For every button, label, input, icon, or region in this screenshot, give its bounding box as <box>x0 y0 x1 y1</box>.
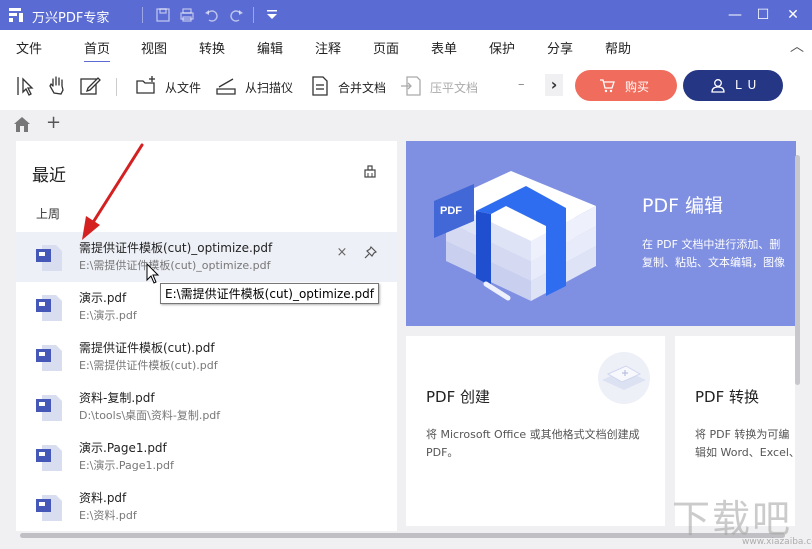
save-icon[interactable] <box>154 6 172 24</box>
app-logo-icon <box>9 8 23 22</box>
recent-file-row[interactable]: 演示.Page1.pdf E:\演示.Page1.pdf <box>16 432 397 482</box>
pdf-edit-description: 在 PDF 文档中进行添加、删 复制、粘贴、文本编辑，图像 <box>642 236 796 272</box>
user-icon <box>711 79 725 93</box>
horizontal-scrollbar[interactable] <box>20 533 785 538</box>
select-cursor-icon[interactable] <box>14 74 38 98</box>
menu-view[interactable]: 视图 <box>141 38 167 57</box>
minimize-button[interactable]: — <box>724 4 746 26</box>
menu-share[interactable]: 分享 <box>547 38 573 57</box>
group-label: 上周 <box>36 207 61 221</box>
pdf-file-icon <box>36 345 62 371</box>
from-scanner-button[interactable]: 从扫描仪 <box>245 79 293 96</box>
pdf-create-title: PDF 创建 <box>426 388 490 406</box>
file-path: E:\资料.pdf <box>79 509 137 522</box>
pdf-file-icon <box>36 395 62 421</box>
file-name: 演示.Page1.pdf <box>79 441 167 455</box>
watermark-logo: 下载吧 <box>672 497 793 541</box>
customize-dropdown-icon[interactable] <box>263 6 281 24</box>
collapse-ribbon-icon[interactable]: ︿ <box>790 36 804 56</box>
file-path: E:\演示.pdf <box>79 309 137 322</box>
tab-bar: + <box>0 110 812 140</box>
file-path: E:\需提供证件模板(cut).pdf <box>79 359 218 372</box>
from-file-icon[interactable] <box>134 74 158 98</box>
file-name: 需提供证件模板(cut).pdf <box>79 341 215 355</box>
menu-convert[interactable]: 转换 <box>199 38 225 57</box>
menu-form[interactable]: 表单 <box>431 38 457 57</box>
pdf-badge-text: PDF <box>440 205 462 217</box>
remove-recent-button[interactable]: × <box>335 246 349 260</box>
maximize-button[interactable]: ☐ <box>752 4 774 26</box>
add-tab-button[interactable]: + <box>46 112 61 133</box>
title-bar: 万兴PDF专家 — ☐ ✕ <box>0 0 812 30</box>
flatten-icon[interactable] <box>399 74 423 98</box>
title-divider <box>142 7 143 23</box>
undo-icon[interactable] <box>203 6 221 24</box>
pdf-create-icon <box>598 352 650 404</box>
menu-bar: 文件 首页 视图 转换 编辑 注释 页面 表单 保护 分享 帮助 ︿ <box>0 30 812 63</box>
title-divider <box>253 7 254 23</box>
recent-file-row[interactable]: 资料-复制.pdf D:\tools\桌面\资料-复制.pdf <box>16 382 397 432</box>
edit-tool-icon[interactable] <box>78 74 102 98</box>
pin-icon[interactable] <box>363 246 377 260</box>
recent-file-row[interactable]: 需提供证件模板(cut).pdf E:\需提供证件模板(cut).pdf <box>16 332 397 382</box>
pdf-stack-illustration: PDF <box>434 171 596 301</box>
menu-comment[interactable]: 注释 <box>315 38 341 57</box>
scanner-icon[interactable] <box>214 74 238 98</box>
file-path-tooltip: E:\需提供证件模板(cut)_optimize.pdf <box>160 283 379 304</box>
pdf-create-card[interactable]: PDF 创建 将 Microsoft Office 或其他格式文档创建成 PDF… <box>406 336 665 526</box>
file-name: 资料-复制.pdf <box>79 391 155 405</box>
pdf-convert-description: 将 PDF 转换为可编辑如 Word、Excel、 <box>695 428 795 459</box>
recent-title: 最近 <box>32 166 66 186</box>
app-title: 万兴PDF专家 <box>32 11 110 26</box>
toolbar-more-button[interactable]: › <box>545 74 563 96</box>
pdf-file-icon <box>36 295 62 321</box>
toolbar: 从文件 从扫描仪 合并文档 压平文档 – › 购买 L U <box>0 62 812 111</box>
file-path: D:\tools\桌面\资料-复制.pdf <box>79 409 221 422</box>
watermark-url: www.xiazaiba.com <box>742 537 812 547</box>
pdf-edit-title: PDF 编辑 <box>642 195 724 217</box>
menu-edit[interactable]: 编辑 <box>257 38 283 57</box>
redo-icon[interactable] <box>227 6 245 24</box>
pdf-convert-title: PDF 转换 <box>695 388 759 406</box>
recent-file-row[interactable]: 需提供证件模板(cut)_optimize.pdf E:\需提供证件模板(cut… <box>16 232 397 282</box>
file-name: 资料.pdf <box>79 491 127 505</box>
file-name: 需提供证件模板(cut)_optimize.pdf <box>79 241 273 255</box>
user-label: L U <box>735 78 758 92</box>
buy-button[interactable]: 购买 <box>575 70 677 101</box>
pdf-create-description: 将 Microsoft Office 或其他格式文档创建成 PDF。 <box>426 428 640 459</box>
pdf-edit-desc-line: 在 PDF 文档中进行添加、删 <box>642 238 781 251</box>
pdf-file-icon <box>36 245 62 271</box>
clear-recent-icon[interactable] <box>363 164 377 178</box>
pdf-edit-desc-line: 复制、粘贴、文本编辑，图像 <box>642 256 785 269</box>
merge-button[interactable]: 合并文档 <box>338 79 386 96</box>
pdf-file-icon <box>36 495 62 521</box>
buy-label: 购买 <box>625 80 650 94</box>
toolbar-separator <box>116 78 117 96</box>
merge-icon[interactable] <box>308 74 332 98</box>
hand-tool-icon[interactable] <box>46 74 70 98</box>
vertical-scrollbar[interactable] <box>795 155 800 385</box>
menu-protect[interactable]: 保护 <box>489 38 515 57</box>
from-file-button[interactable]: 从文件 <box>165 79 201 96</box>
pdf-edit-banner[interactable]: PDF PDF 编辑 在 PDF 文档中进行添加、删 复制、粘贴、文本编辑，图像 <box>406 141 796 326</box>
menu-help[interactable]: 帮助 <box>605 38 631 57</box>
close-button[interactable]: ✕ <box>782 4 804 26</box>
user-button[interactable]: L U <box>683 70 783 101</box>
flatten-button[interactable]: 压平文档 <box>430 79 478 96</box>
cart-icon <box>600 79 615 93</box>
menu-page[interactable]: 页面 <box>373 38 399 57</box>
file-path: E:\演示.Page1.pdf <box>79 459 174 472</box>
pdf-file-icon <box>36 445 62 471</box>
home-icon[interactable] <box>12 115 32 133</box>
recent-file-row[interactable]: 资料.pdf E:\资料.pdf <box>16 482 397 532</box>
toolbar-dash: – <box>518 77 525 92</box>
file-path: E:\需提供证件模板(cut)_optimize.pdf <box>79 259 271 272</box>
recent-panel: 最近 上周 需提供证件模板(cut)_optimize.pdf E:\需提供证件… <box>16 141 397 531</box>
print-icon[interactable] <box>178 6 196 24</box>
file-name: 演示.pdf <box>79 291 127 305</box>
menu-home[interactable]: 首页 <box>84 38 111 63</box>
menu-file[interactable]: 文件 <box>16 38 42 57</box>
